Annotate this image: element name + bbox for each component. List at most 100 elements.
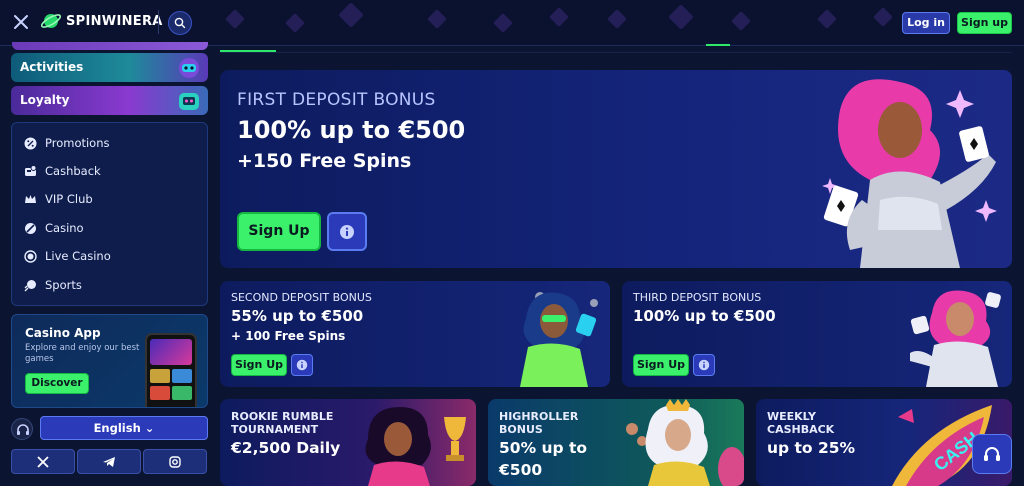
hero-character-illustration	[822, 79, 997, 268]
rookie-rumble-card: ROOKIE RUMBLE TOURNAMENT €2,500 Daily	[220, 399, 476, 486]
card-title: up to 25%	[767, 439, 856, 457]
card-kicker-line-2: TOURNAMENT	[231, 423, 319, 436]
social-telegram-button[interactable]	[77, 449, 141, 474]
sidebar-item-label: Casino	[45, 221, 84, 235]
sidebar-item-label: Loyalty	[20, 93, 70, 107]
decor-diamond	[285, 13, 305, 33]
hero-kicker: FIRST DEPOSIT BONUS	[237, 90, 436, 110]
hero-info-button[interactable]	[327, 212, 367, 251]
sidebar-item-label: Live Casino	[45, 249, 111, 263]
decor-diamond	[873, 7, 893, 27]
sidebar-item-live-casino[interactable]: Live Casino	[24, 246, 111, 266]
brand-name: SPINWINERA	[66, 13, 163, 29]
chip-icon	[25, 222, 36, 234]
card-kicker-line-2: CASHBACK	[767, 423, 835, 436]
info-icon	[340, 224, 354, 239]
sidebar-item-activities[interactable]: Activities	[11, 53, 208, 82]
card-character-illustration	[626, 399, 744, 486]
second-deposit-card: SECOND DEPOSIT BONUS 55% up to €500 + 10…	[220, 281, 610, 387]
decor-diamond	[338, 2, 364, 28]
instagram-icon	[169, 455, 181, 468]
app-promo-subtitle: Explore and enjoy our best games	[25, 343, 140, 364]
decor-diamond	[607, 9, 627, 29]
decor-diamond	[731, 11, 751, 31]
sidebar-item-casino[interactable]: Casino	[24, 218, 84, 238]
hero-subtitle: +150 Free Spins	[237, 150, 412, 172]
social-x-button[interactable]	[11, 449, 75, 474]
language-label: English	[93, 421, 141, 435]
close-icon[interactable]	[12, 13, 30, 31]
casino-app-promo: Casino App Explore and enjoy our best ga…	[11, 314, 208, 408]
card-title-line-2: €500	[499, 461, 543, 479]
card-kicker: SECOND DEPOSIT BONUS	[231, 291, 372, 304]
sidebar-item-partial[interactable]	[12, 42, 208, 50]
third-deposit-card: THIRD DEPOSIT BONUS 100% up to €500 Sign…	[622, 281, 1012, 387]
tab-active-indicator	[220, 50, 276, 52]
search-icon	[174, 17, 186, 29]
sidebar-item-label: Sports	[45, 278, 82, 292]
x-icon	[37, 455, 49, 468]
sidebar-menu: Promotions Cashback VIP Club Casino Live…	[11, 122, 208, 306]
language-select[interactable]: English ⌄	[40, 416, 208, 440]
sidebar-item-vip-club[interactable]: VIP Club	[24, 189, 93, 209]
sidebar-item-label: Cashback	[45, 164, 101, 178]
top-header: SPINWINERA Log in Sign up	[0, 0, 1024, 46]
card-character-illustration	[910, 290, 1001, 387]
phone-mockup-image	[145, 333, 197, 407]
first-deposit-banner: FIRST DEPOSIT BONUS 100% up to €500 +150…	[220, 70, 1012, 268]
support-chat-button[interactable]	[972, 434, 1012, 474]
card-kicker-line-2: BONUS	[499, 423, 543, 436]
sidebar-item-loyalty[interactable]: Loyalty	[11, 86, 208, 115]
card-kicker-line-1: HIGHROLLER	[499, 410, 579, 423]
info-icon	[296, 359, 308, 371]
hero-signup-button[interactable]: Sign Up	[237, 212, 321, 251]
card-kicker: THIRD DEPOSIT BONUS	[633, 291, 762, 304]
card-signup-button[interactable]: Sign Up	[633, 354, 689, 376]
tab-indicator	[706, 44, 730, 46]
percent-icon	[24, 137, 37, 149]
cashback-icon	[25, 164, 37, 176]
sidebar-item-label: Activities	[20, 60, 84, 74]
hero-title: 100% up to €500	[237, 116, 466, 144]
card-character-illustration	[365, 407, 466, 486]
card-info-button[interactable]	[291, 354, 313, 376]
tabs-baseline	[220, 52, 1012, 53]
crown-icon	[25, 194, 36, 203]
decor-diamond	[493, 13, 513, 33]
card-kicker-line-1: ROOKIE RUMBLE	[231, 410, 334, 423]
card-title: 55% up to €500	[231, 307, 364, 325]
decor-diamond	[668, 4, 694, 30]
card-title: 100% up to €500	[633, 307, 776, 325]
highroller-bonus-card: HIGHROLLER BONUS 50% up to €500	[488, 399, 744, 486]
social-instagram-button[interactable]	[143, 449, 207, 474]
card-character-illustration	[520, 292, 598, 387]
card-signup-button[interactable]: Sign Up	[231, 354, 287, 376]
card-title-line-1: 50% up to	[499, 439, 588, 457]
card-info-button[interactable]	[693, 354, 715, 376]
sidebar-item-label: VIP Club	[45, 192, 93, 206]
decor-diamond	[549, 7, 569, 27]
robot-mascot-icon	[179, 93, 199, 110]
card-title: €2,500 Daily	[231, 439, 341, 457]
discover-button[interactable]: Discover	[25, 373, 89, 394]
decor-diamond	[427, 9, 447, 29]
ball-icon	[24, 279, 36, 291]
brand-logo[interactable]: SPINWINERA	[40, 10, 163, 32]
search-button[interactable]	[168, 11, 192, 35]
sidebar-item-cashback[interactable]: Cashback	[24, 161, 101, 181]
decor-diamond	[225, 9, 245, 29]
login-button[interactable]: Log in	[902, 12, 950, 34]
info-icon	[698, 359, 710, 371]
signup-button[interactable]: Sign up	[957, 12, 1012, 34]
planet-logo-icon	[40, 14, 62, 28]
header-divider	[158, 10, 159, 34]
headset-icon[interactable]	[11, 418, 33, 440]
sidebar-item-sports[interactable]: Sports	[24, 275, 82, 295]
sidebar-item-promotions[interactable]: Promotions	[24, 133, 110, 153]
chevron-down-icon: ⌄	[144, 421, 155, 435]
decor-diamond	[817, 9, 837, 29]
sidebar-item-label: Promotions	[45, 136, 110, 150]
telegram-icon	[103, 456, 115, 467]
card-extra: + 100 Free Spins	[231, 329, 346, 343]
live-icon	[24, 249, 37, 263]
